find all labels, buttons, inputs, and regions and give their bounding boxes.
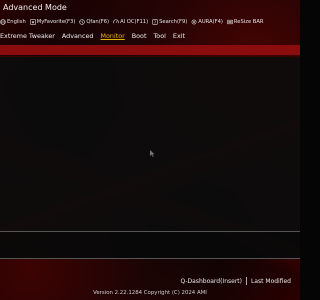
footer-actions: Q-Dashboard(Insert) Last Modified: [180, 277, 291, 285]
last-modified-button[interactable]: Last Modified: [251, 278, 291, 285]
menu-monitor[interactable]: Monitor: [100, 32, 124, 40]
selection-highlight-bar[interactable]: [0, 45, 300, 55]
hotkey-label: ReSize BAR: [233, 19, 264, 25]
menu-exit[interactable]: Exit: [173, 32, 185, 40]
star-icon: [30, 19, 36, 25]
globe-icon: [0, 19, 6, 25]
hotkey-label: Search(F9): [159, 19, 188, 25]
hotkey-search[interactable]: ? Search(F9): [152, 19, 187, 25]
resize-bar-icon: [227, 19, 233, 25]
version-text: Version 2.22.1284 Copyright (C) 2024 AMI: [93, 290, 207, 296]
page-title: Advanced Mode: [3, 3, 67, 12]
hotkey-bar: English MyFavorite(F3) Qfan(F6) AI OC(F1…: [0, 16, 300, 28]
hotkey-label: Qfan(F6): [86, 19, 110, 25]
svg-text:?: ?: [154, 20, 156, 25]
hotkey-qfan[interactable]: Qfan(F6): [79, 19, 109, 25]
menu-advanced[interactable]: Advanced: [62, 32, 94, 40]
menu-boot[interactable]: Boot: [132, 32, 147, 40]
question-icon: ?: [152, 19, 158, 25]
hotkey-myfavorite[interactable]: MyFavorite(F3): [30, 19, 76, 25]
hotkey-resize-bar[interactable]: ReSize BAR: [227, 19, 264, 25]
hotkey-label: MyFavorite(F3): [36, 19, 76, 25]
gauge-icon: [113, 19, 119, 24]
hotkey-aura[interactable]: AURA(F4): [191, 19, 223, 25]
main-menu: Extreme Tweaker Advanced Monitor Boot To…: [0, 31, 300, 41]
qdashboard-button[interactable]: Q-Dashboard(Insert): [180, 278, 242, 285]
aura-icon: [191, 19, 197, 25]
footer-divider: [245, 277, 247, 285]
help-panel: [0, 231, 300, 259]
menu-tool[interactable]: Tool: [153, 32, 165, 40]
hotkey-label: English: [7, 19, 26, 25]
hotkey-label: AI OC(F11): [120, 19, 149, 25]
hotkey-label: AURA(F4): [198, 19, 223, 25]
settings-panel: [0, 56, 300, 231]
fan-icon: [79, 19, 86, 25]
menu-extreme-tweaker[interactable]: Extreme Tweaker: [0, 32, 55, 40]
hotkey-english[interactable]: English: [0, 19, 26, 25]
mouse-cursor-icon: [150, 150, 155, 157]
hotkey-ai-oc[interactable]: AI OC(F11): [113, 19, 148, 25]
